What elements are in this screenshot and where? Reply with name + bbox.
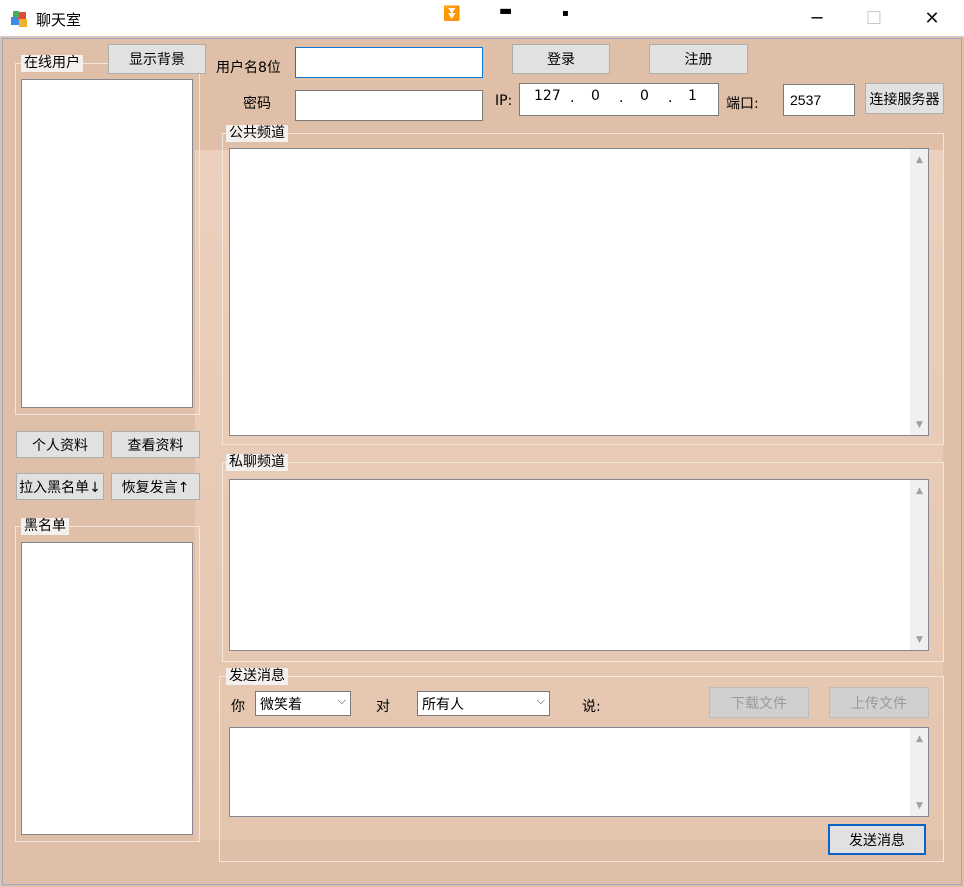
download-file-button[interactable]: 下载文件 xyxy=(709,687,809,718)
chevron-down-icon: ⌵ xyxy=(337,694,346,707)
scroll-down-icon[interactable]: ▼ xyxy=(911,631,928,648)
blacklist-label: 黑名单 xyxy=(21,518,69,535)
public-scrollbar[interactable]: ▲ ▼ xyxy=(910,149,928,435)
connect-server-button[interactable]: 连接服务器 xyxy=(865,83,944,114)
ip-address-field[interactable]: 127 . 0 . 0 . 1 xyxy=(519,83,719,116)
ip-dot: . xyxy=(619,90,624,106)
ip-dot: . xyxy=(668,90,673,106)
show-background-button[interactable]: 显示背景 xyxy=(108,44,206,74)
target-value: 所有人 xyxy=(422,696,464,713)
username-input[interactable] xyxy=(295,47,483,78)
private-channel-textbox[interactable]: ▲ ▼ xyxy=(229,479,929,651)
close-button[interactable]: ✕ xyxy=(909,0,955,37)
window-title: 聊天室 xyxy=(36,11,82,29)
port-input[interactable] xyxy=(783,84,855,116)
upload-file-button[interactable]: 上传文件 xyxy=(829,687,929,718)
say-label: 说: xyxy=(582,699,601,715)
scroll-up-icon[interactable]: ▲ xyxy=(911,151,928,168)
ip-octet-1[interactable]: 127 xyxy=(534,88,561,104)
ip-label: IP: xyxy=(495,93,513,109)
private-scrollbar[interactable]: ▲ ▼ xyxy=(910,480,928,650)
password-input[interactable] xyxy=(295,90,483,121)
chevron-down-icon: ⌵ xyxy=(536,694,545,707)
dash-icon: ▬ xyxy=(499,3,513,19)
title-bar: 聊天室 ⏬ ▬ ▪ ─ ☐ ✕ xyxy=(0,0,964,37)
send-message-label: 发送消息 xyxy=(226,668,288,685)
scroll-down-icon[interactable]: ▼ xyxy=(911,416,928,433)
port-label: 端口: xyxy=(726,96,759,112)
online-users-list[interactable] xyxy=(21,79,193,408)
ip-dot: . xyxy=(570,90,575,106)
scroll-up-icon[interactable]: ▲ xyxy=(911,482,928,499)
register-button[interactable]: 注册 xyxy=(649,44,748,74)
view-profile-button[interactable]: 查看资料 xyxy=(111,431,200,458)
message-scrollbar[interactable]: ▲ ▼ xyxy=(910,728,928,816)
message-input[interactable]: ▲ ▼ xyxy=(229,727,929,817)
app-icon xyxy=(10,9,30,29)
expression-select[interactable]: 微笑着 ⌵ xyxy=(255,691,351,716)
to-label: 对 xyxy=(376,699,390,715)
dot-icon: ▪ xyxy=(562,8,569,19)
maximize-button[interactable]: ☐ xyxy=(851,0,897,37)
password-label: 密码 xyxy=(243,96,271,112)
blacklist-list[interactable] xyxy=(21,542,193,835)
login-button[interactable]: 登录 xyxy=(512,44,610,74)
scroll-up-icon[interactable]: ▲ xyxy=(911,730,928,747)
you-label: 你 xyxy=(231,699,245,715)
username-label: 用户名8位 xyxy=(216,60,281,76)
online-users-label: 在线用户 xyxy=(21,55,83,72)
expression-value: 微笑着 xyxy=(260,696,302,713)
ip-octet-4[interactable]: 1 xyxy=(688,88,697,104)
restore-speech-button[interactable]: 恢复发言↑ xyxy=(111,473,200,500)
ip-octet-3[interactable]: 0 xyxy=(640,88,649,104)
scroll-down-icon[interactable]: ▼ xyxy=(911,797,928,814)
send-message-button[interactable]: 发送消息 xyxy=(828,824,926,855)
profile-button[interactable]: 个人资料 xyxy=(16,431,104,458)
public-channel-label: 公共频道 xyxy=(226,125,288,142)
minimize-button[interactable]: ─ xyxy=(794,0,840,37)
blacklist-add-button[interactable]: 拉入黑名单↓ xyxy=(16,473,104,500)
double-down-arrow-icon: ⏬ xyxy=(443,6,461,22)
ip-octet-2[interactable]: 0 xyxy=(591,88,600,104)
target-select[interactable]: 所有人 ⌵ xyxy=(417,691,550,716)
public-channel-textbox[interactable]: ▲ ▼ xyxy=(229,148,929,436)
private-channel-label: 私聊频道 xyxy=(226,454,288,471)
